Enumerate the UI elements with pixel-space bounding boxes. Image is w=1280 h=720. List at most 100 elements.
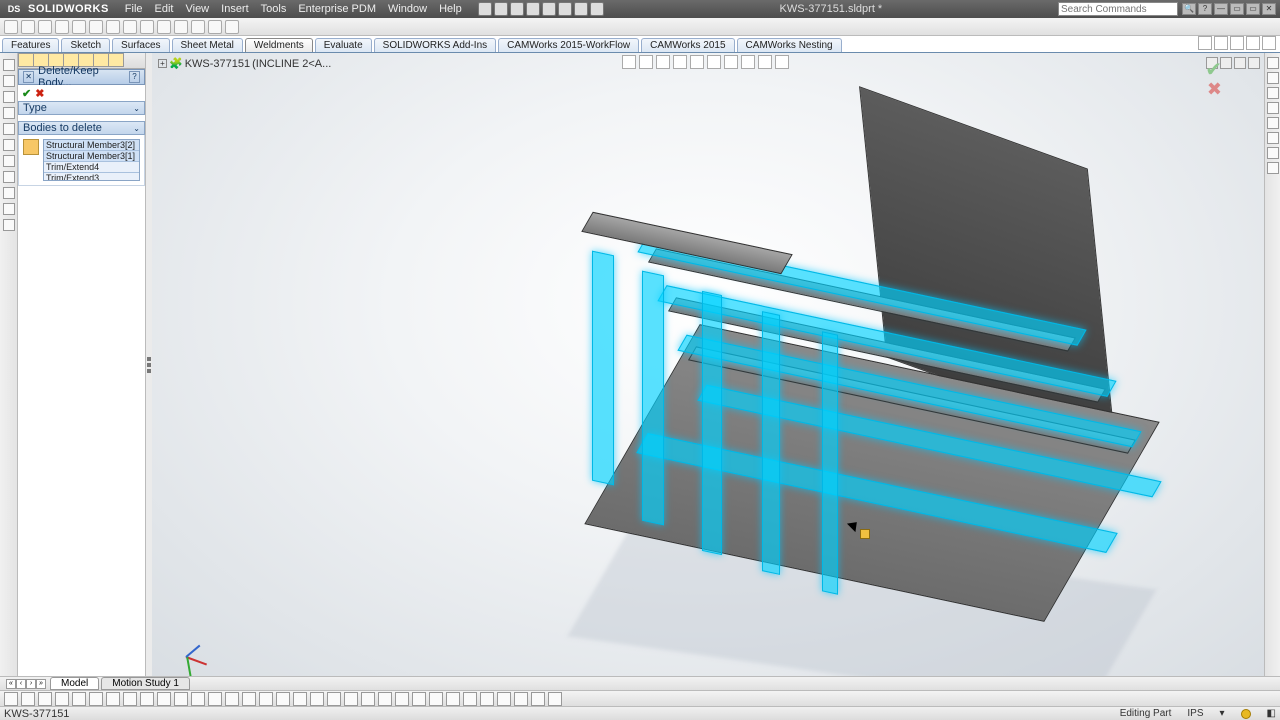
tab-motion-study[interactable]: Motion Study 1	[101, 677, 190, 690]
bt-icon[interactable]	[157, 692, 171, 706]
flyout-feature-tree[interactable]: + 🧩 KWS-377151 (INCLINE 2<A...	[158, 57, 331, 70]
bt-icon[interactable]	[191, 692, 205, 706]
status-menu-icon[interactable]: ▾	[1220, 708, 1225, 719]
bt-icon[interactable]	[225, 692, 239, 706]
ltb-icon[interactable]	[3, 219, 15, 231]
tab-next-icon[interactable]: ›	[26, 679, 36, 689]
qat-options-icon[interactable]	[590, 2, 604, 16]
tab-last-icon[interactable]: »	[36, 679, 46, 689]
tab-first-icon[interactable]: «	[6, 679, 16, 689]
maximize-icon[interactable]: ▭	[1246, 3, 1260, 15]
bt-icon[interactable]	[463, 692, 477, 706]
tab-weldments[interactable]: Weldments	[245, 38, 313, 52]
ltb-icon[interactable]	[3, 107, 15, 119]
view-orient-icon[interactable]	[690, 55, 704, 69]
bt-icon[interactable]	[21, 692, 35, 706]
qat-redo-icon[interactable]	[558, 2, 572, 16]
bt-icon[interactable]	[497, 692, 511, 706]
ok-button[interactable]: ✔	[22, 87, 31, 100]
tab-camworks-workflow[interactable]: CAMWorks 2015-WorkFlow	[498, 38, 639, 52]
status-units[interactable]: IPS	[1187, 708, 1203, 719]
view-settings-icon[interactable]	[775, 55, 789, 69]
bt-icon[interactable]	[361, 692, 375, 706]
section-type-header[interactable]: Type ⌄	[18, 101, 145, 115]
qat-rebuild-icon[interactable]	[574, 2, 588, 16]
section-bodies-header[interactable]: Bodies to delete ⌄	[18, 121, 145, 135]
menu-view[interactable]: View	[179, 3, 215, 15]
list-item[interactable]: Trim/Extend3	[44, 173, 139, 181]
qat-save-icon[interactable]	[510, 2, 524, 16]
close-icon[interactable]: ✕	[1262, 3, 1276, 15]
tab-prev-icon[interactable]: ‹	[16, 679, 26, 689]
tb-icon[interactable]	[38, 20, 52, 34]
vp-icon[interactable]	[1248, 57, 1260, 69]
ltb-icon[interactable]	[3, 91, 15, 103]
bt-icon[interactable]	[548, 692, 562, 706]
minimize-icon[interactable]: —	[1214, 3, 1228, 15]
status-extra-icon[interactable]: ◧	[1267, 708, 1276, 719]
list-item[interactable]: Structural Member3[1]	[44, 151, 139, 162]
tb-icon[interactable]	[123, 20, 137, 34]
ltb-icon[interactable]	[3, 187, 15, 199]
search-box[interactable]	[1058, 2, 1178, 16]
tb-icon[interactable]	[106, 20, 120, 34]
ribbon-icon[interactable]	[1230, 36, 1244, 50]
bt-icon[interactable]	[310, 692, 324, 706]
qat-new-icon[interactable]	[478, 2, 492, 16]
expand-icon[interactable]: +	[158, 59, 167, 68]
display-style-icon[interactable]	[707, 55, 721, 69]
bt-icon[interactable]	[514, 692, 528, 706]
tb-icon[interactable]	[191, 20, 205, 34]
qat-open-icon[interactable]	[494, 2, 508, 16]
ltb-icon[interactable]	[3, 203, 15, 215]
tab-camworks-nesting[interactable]: CAMWorks Nesting	[737, 38, 842, 52]
ltb-icon[interactable]	[3, 75, 15, 87]
tab-evaluate[interactable]: Evaluate	[315, 38, 372, 52]
bt-icon[interactable]	[446, 692, 460, 706]
bt-icon[interactable]	[429, 692, 443, 706]
restore-icon[interactable]: ▭	[1230, 3, 1244, 15]
apply-scene-icon[interactable]	[758, 55, 772, 69]
taskpane-extra-icon[interactable]	[1267, 162, 1279, 174]
bt-icon[interactable]	[412, 692, 426, 706]
tab-addins[interactable]: SOLIDWORKS Add-Ins	[374, 38, 496, 52]
confirm-corner-cancel-icon[interactable]: ✖	[1207, 79, 1222, 100]
hide-show-icon[interactable]	[724, 55, 738, 69]
menu-insert[interactable]: Insert	[215, 3, 255, 15]
ribbon-icon[interactable]	[1246, 36, 1260, 50]
ltb-icon[interactable]	[3, 59, 15, 71]
qat-undo-icon[interactable]	[542, 2, 556, 16]
bt-icon[interactable]	[242, 692, 256, 706]
ltb-icon[interactable]	[3, 171, 15, 183]
taskpane-resources-icon[interactable]	[1267, 57, 1279, 69]
ltb-icon[interactable]	[3, 139, 15, 151]
menu-tools[interactable]: Tools	[255, 3, 293, 15]
search-go-icon[interactable]: 🔍	[1182, 3, 1196, 15]
menu-epdm[interactable]: Enterprise PDM	[292, 3, 382, 15]
taskpane-custom-props-icon[interactable]	[1267, 132, 1279, 144]
bt-icon[interactable]	[378, 692, 392, 706]
graphics-viewport[interactable]: + 🧩 KWS-377151 (INCLINE 2<A... ✔ ✖	[152, 53, 1264, 676]
taskpane-design-library-icon[interactable]	[1267, 72, 1279, 84]
tb-icon[interactable]	[140, 20, 154, 34]
menu-edit[interactable]: Edit	[149, 3, 180, 15]
bt-icon[interactable]	[531, 692, 545, 706]
taskpane-forum-icon[interactable]	[1267, 147, 1279, 159]
menu-help[interactable]: Help	[433, 3, 468, 15]
ltb-icon[interactable]	[3, 155, 15, 167]
tb-icon[interactable]	[72, 20, 86, 34]
bt-icon[interactable]	[208, 692, 222, 706]
rebuild-indicator-icon[interactable]	[1241, 709, 1251, 719]
bodies-listbox[interactable]: Structural Member3[2] Structural Member3…	[43, 139, 140, 181]
tab-camworks[interactable]: CAMWorks 2015	[641, 38, 734, 52]
tab-model[interactable]: Model	[50, 677, 99, 690]
bt-icon[interactable]	[72, 692, 86, 706]
ltb-icon[interactable]	[3, 123, 15, 135]
propmgr-help-icon[interactable]: ?	[129, 71, 140, 83]
tab-sketch[interactable]: Sketch	[61, 38, 110, 52]
bt-icon[interactable]	[123, 692, 137, 706]
tab-sheet-metal[interactable]: Sheet Metal	[172, 38, 243, 52]
bt-icon[interactable]	[140, 692, 154, 706]
propmgr-close-icon[interactable]: ✕	[23, 71, 34, 83]
edit-appear-icon[interactable]	[741, 55, 755, 69]
